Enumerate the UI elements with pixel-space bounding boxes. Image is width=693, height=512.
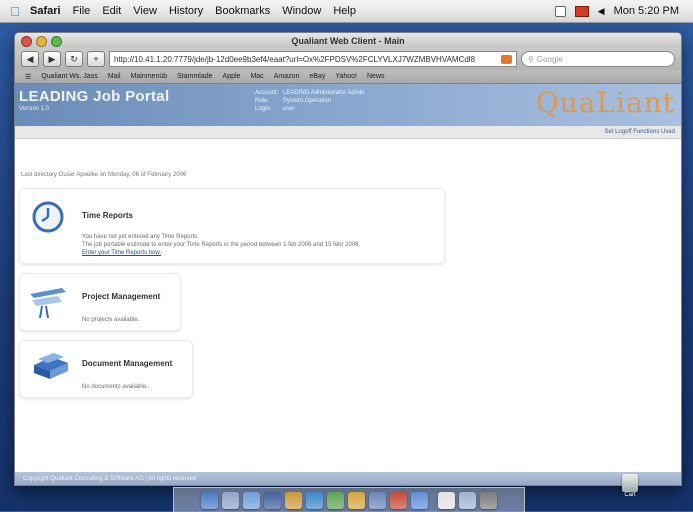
search-placeholder: Google (536, 54, 563, 64)
url-text[interactable]: http://10.41.1.20:7779/jde/jb-12d0ee9b3e… (114, 55, 475, 64)
search-icon: ⚲ (528, 54, 534, 64)
portal-title: LEADING Job Portal (19, 88, 170, 105)
user-info-value: user (283, 106, 295, 112)
rss-icon[interactable] (501, 54, 512, 64)
bookmark-item[interactable]: Apple (223, 73, 241, 80)
dock-app-icon[interactable] (390, 491, 407, 509)
time-reports-line: The job portable estimate to enter your … (82, 242, 361, 248)
qualiant-logo: QuaLiant (535, 86, 675, 119)
menu-window[interactable]: Window (282, 5, 321, 17)
project-management-text: No projects available. (82, 317, 140, 323)
bookmark-item[interactable]: Stammlade (177, 73, 212, 80)
dock (173, 487, 525, 512)
add-bookmark-icon[interactable]: + (87, 51, 105, 67)
portal-header: LEADING Job Portal Version 1.0 Account: L… (15, 84, 681, 126)
menu-app-safari[interactable]: Safari (30, 5, 61, 17)
menu-history[interactable]: History (169, 5, 203, 17)
reload-icon[interactable]: ↻ (65, 51, 83, 67)
menu-bar:  Safari File Edit View History Bookmark… (0, 0, 693, 23)
dock-app-icon[interactable] (369, 491, 386, 509)
menu-help[interactable]: Help (333, 5, 356, 17)
bookmarks-menu-icon[interactable]: ☰ (25, 73, 31, 81)
dock-app-icon[interactable] (201, 491, 218, 509)
dock-app-icon[interactable] (411, 491, 428, 509)
bookmark-item[interactable]: Amazon (274, 73, 300, 80)
bookmark-item[interactable]: Mac (250, 73, 263, 80)
document-management-text: No documents available. (82, 384, 148, 390)
user-info-label: Account: (255, 90, 279, 96)
menu-bookmarks[interactable]: Bookmarks (215, 5, 270, 17)
footer-bar: Copyright Qualiant Consulting & Software… (15, 472, 681, 485)
footer-text: Copyright Qualiant Consulting & Software… (23, 475, 197, 482)
menu-edit[interactable]: Edit (102, 5, 121, 17)
browser-window: Qualiant Web Client - Main ◀ ▶ ↻ + http:… (14, 32, 682, 486)
dock-app-icon[interactable] (459, 491, 476, 509)
volume-icon[interactable]: ◀ (598, 6, 605, 17)
user-info-value: System Operation (283, 98, 332, 104)
window-titlebar[interactable]: Qualiant Web Client - Main (15, 33, 681, 48)
dock-app-icon[interactable] (480, 491, 497, 509)
bookmarks-bar: ☰ Qualiant Ws. Jass Mail Mainmenüb Stamm… (15, 70, 681, 84)
user-info-label: Login: (255, 106, 272, 112)
bookmark-item[interactable]: Qualiant Ws. Jass (41, 73, 97, 80)
address-bar[interactable]: http://10.41.1.20:7779/jde/jb-12d0ee9b3e… (109, 51, 517, 67)
dock-app-icon[interactable] (438, 491, 455, 509)
minimize-window-icon[interactable] (36, 36, 47, 47)
forward-icon[interactable]: ▶ (43, 51, 61, 67)
dock-app-icon[interactable] (348, 491, 365, 509)
input-flag-icon[interactable] (574, 5, 589, 17)
header-links[interactable]: Set Logoff Functions Used (604, 129, 675, 135)
bookmark-item[interactable]: Yahoo! (335, 73, 357, 80)
document-management-title: Document Management (82, 359, 173, 368)
bookmark-item[interactable]: News (367, 73, 385, 80)
clock-icon (32, 201, 64, 233)
header-links-bar: Set Logoff Functions Used (15, 126, 681, 139)
search-field[interactable]: ⚲ Google (521, 51, 675, 67)
menu-file[interactable]: File (73, 5, 91, 17)
cart-icon[interactable] (622, 474, 638, 492)
dock-app-icon[interactable] (306, 491, 323, 509)
project-management-card: Project Management No projects available… (19, 273, 181, 331)
dock-app-icon[interactable] (222, 491, 239, 509)
apple-menu-icon[interactable]:  (0, 4, 30, 19)
time-reports-card: Time Reports You have not yet entered an… (19, 188, 445, 264)
close-window-icon[interactable] (21, 36, 32, 47)
user-info-value: LEADING Administrator Admin (283, 90, 365, 96)
bookmark-item[interactable]: Mainmenüb (131, 73, 168, 80)
project-management-title: Project Management (82, 292, 161, 301)
bookmark-item[interactable]: eBay (309, 73, 325, 80)
browser-toolbar: ◀ ▶ ↻ + http://10.41.1.20:7779/jde/jb-12… (15, 48, 681, 70)
clock[interactable]: Mon 5:20 PM (614, 5, 679, 17)
bookmark-item[interactable]: Mail (108, 73, 121, 80)
welcome-text: Last directory Ouser Apoolke on Monday, … (21, 172, 187, 178)
time-reports-line: You have not yet entered any Time Report… (82, 234, 199, 240)
zoom-window-icon[interactable] (51, 36, 62, 47)
dock-app-icon[interactable] (327, 491, 344, 509)
dock-app-icon[interactable] (243, 491, 260, 509)
dock-app-icon[interactable] (285, 491, 302, 509)
user-info-label: Role: (255, 98, 270, 104)
desktop-cart-icon[interactable]: Cart (616, 474, 644, 498)
enter-time-reports-link[interactable]: Enter your Time Reports now. (82, 249, 360, 257)
display-icon[interactable] (554, 5, 566, 17)
menu-view[interactable]: View (133, 5, 157, 17)
document-management-icon (34, 353, 68, 379)
desktop-icon-label: Cart (624, 492, 636, 498)
time-reports-title: Time Reports (82, 211, 133, 220)
window-title: Qualiant Web Client - Main (291, 35, 405, 46)
dock-app-icon[interactable] (264, 491, 281, 509)
portal-version: Version 1.0 (19, 106, 50, 112)
user-info: Account: LEADING Administrator Admin Role… (255, 89, 364, 113)
back-icon[interactable]: ◀ (21, 51, 39, 67)
document-management-card: Document Management No documents availab… (19, 340, 193, 398)
project-management-icon (30, 288, 66, 319)
